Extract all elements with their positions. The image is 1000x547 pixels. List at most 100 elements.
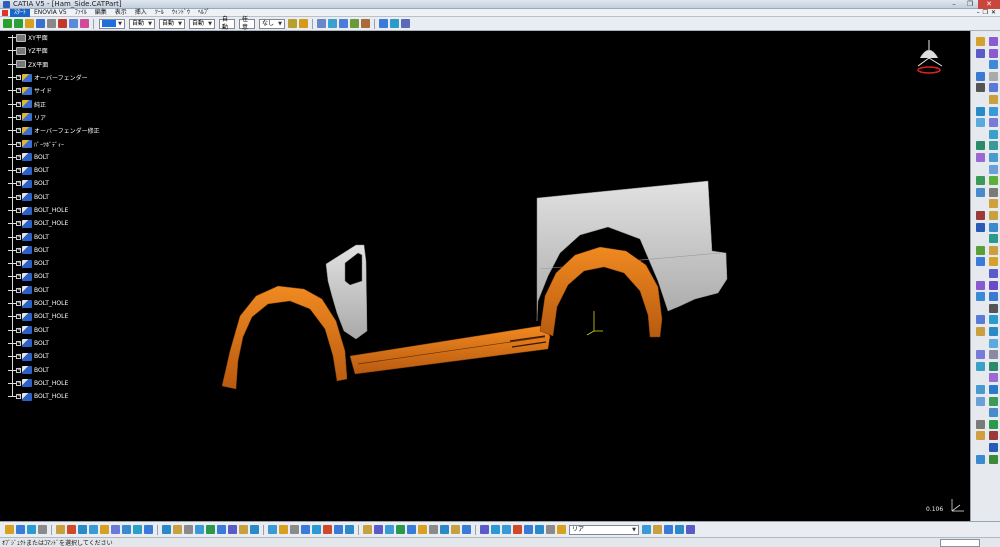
tool-icon[interactable] (312, 525, 321, 534)
hide-show-icon[interactable] (69, 19, 78, 28)
tool-icon[interactable] (268, 525, 277, 534)
tool-icon[interactable] (989, 176, 998, 186)
line-icon[interactable] (36, 19, 45, 28)
tool-icon[interactable] (989, 95, 998, 104)
tool-icon[interactable] (100, 525, 109, 534)
tool-icon[interactable] (301, 525, 310, 534)
tool-icon[interactable] (502, 525, 511, 534)
tool-icon[interactable] (976, 257, 985, 267)
front-fender-flare[interactable] (221, 285, 348, 390)
analysis-icon[interactable] (350, 19, 359, 28)
tool-icon[interactable] (989, 443, 998, 452)
tool-icon[interactable] (396, 525, 405, 534)
tool-icon[interactable] (989, 60, 998, 70)
tool-icon[interactable] (989, 153, 998, 162)
knowledge-icon[interactable] (401, 19, 410, 28)
tool-icon[interactable] (989, 269, 998, 278)
tool-icon[interactable] (664, 525, 673, 534)
tool-icon[interactable] (345, 525, 354, 534)
linewidth-combo[interactable]: 自動 ▼ (159, 18, 185, 29)
tool-icon[interactable] (440, 525, 449, 534)
properties-icon[interactable] (299, 19, 308, 28)
tool-icon[interactable] (989, 396, 998, 406)
3d-viewport[interactable]: XY平面 YZ平面 ZX平面 + オーバーフェンダー + サイド + 純正 + リア + オーバーフェン… (0, 31, 970, 521)
brush-icon[interactable] (288, 19, 297, 28)
tool-icon[interactable] (976, 37, 985, 46)
save-view-icon[interactable] (379, 19, 388, 28)
measure-icon[interactable] (339, 19, 348, 28)
maximize-button[interactable]: ❐ (962, 0, 978, 9)
tool-icon[interactable] (976, 280, 985, 290)
tool-icon[interactable] (184, 525, 193, 534)
tool-icon[interactable] (976, 315, 985, 325)
tool-icon[interactable] (133, 525, 142, 534)
tool-icon[interactable] (989, 454, 998, 464)
tool-icon[interactable] (642, 525, 651, 534)
tool-icon[interactable] (976, 222, 985, 232)
tool-icon[interactable] (535, 525, 544, 534)
doc-minimize-button[interactable]: – (977, 9, 980, 16)
tool-icon[interactable] (989, 361, 998, 371)
tool-icon[interactable] (989, 83, 998, 93)
tool-icon[interactable] (462, 525, 471, 534)
menu-enovia[interactable]: ENOVIA V5 (30, 9, 71, 17)
tool-icon[interactable] (989, 37, 998, 46)
tool-icon[interactable] (989, 408, 998, 418)
doc-close-button[interactable]: ✕ (991, 9, 996, 16)
tool-icon[interactable] (111, 525, 120, 534)
tool-icon[interactable] (989, 245, 998, 255)
tool-icon[interactable] (976, 292, 985, 302)
tool-icon[interactable] (976, 106, 985, 116)
tool-icon[interactable] (976, 454, 985, 464)
tool-icon[interactable] (16, 525, 25, 534)
tool-icon[interactable] (989, 350, 998, 360)
minimize-button[interactable]: – (946, 0, 962, 9)
tool-icon[interactable] (290, 525, 299, 534)
tool-icon[interactable] (418, 525, 427, 534)
tool-icon[interactable] (976, 83, 985, 93)
close-button[interactable]: ✕ (978, 0, 1000, 9)
tool-icon[interactable] (989, 71, 998, 81)
point-combo[interactable]: 自動 (219, 16, 235, 31)
cursor-icon[interactable] (317, 19, 326, 28)
tool-icon[interactable] (989, 292, 998, 302)
tool-icon[interactable] (976, 211, 985, 220)
tool-icon[interactable] (976, 48, 985, 58)
tool-icon[interactable] (407, 525, 416, 534)
tool-icon[interactable] (989, 303, 998, 313)
menu-view[interactable]: 表示 (111, 9, 131, 17)
tool-icon[interactable] (989, 164, 998, 174)
tool-icon[interactable] (989, 48, 998, 58)
tool-icon[interactable] (976, 419, 985, 429)
layer-arbitrary-combo[interactable]: 任意 (239, 16, 255, 31)
tool-icon[interactable] (173, 525, 182, 534)
tool-icon[interactable] (5, 525, 14, 534)
catalog-icon[interactable] (390, 19, 399, 28)
tool-icon[interactable] (976, 176, 985, 186)
compass-icon[interactable] (912, 38, 946, 78)
tool-icon[interactable] (250, 525, 259, 534)
tool-icon[interactable] (976, 245, 985, 255)
tool-icon[interactable] (239, 525, 248, 534)
tool-icon[interactable] (989, 280, 998, 290)
menu-insert[interactable]: 挿入 (131, 9, 151, 17)
sketch-icon[interactable] (328, 19, 337, 28)
tool-icon[interactable] (976, 118, 985, 128)
tool-icon[interactable] (989, 199, 998, 209)
tool-icon[interactable] (989, 187, 998, 197)
tool-icon[interactable] (429, 525, 438, 534)
tool-icon[interactable] (56, 525, 65, 534)
swap-icon[interactable] (80, 19, 89, 28)
tool-icon[interactable] (989, 129, 998, 139)
tool-icon[interactable] (989, 373, 998, 383)
menu-help[interactable]: ﾍﾙﾌﾟ (194, 9, 214, 17)
rear-body-panel[interactable] (536, 180, 728, 322)
tool-icon[interactable] (989, 431, 998, 441)
tool-icon[interactable] (976, 153, 985, 162)
tools-icon[interactable] (361, 19, 370, 28)
tool-icon[interactable] (374, 525, 383, 534)
tool-icon[interactable] (989, 234, 998, 244)
tool-icon[interactable] (989, 106, 998, 116)
linetype-combo[interactable]: 自動 ▼ (189, 18, 215, 29)
tool-icon[interactable] (976, 396, 985, 406)
